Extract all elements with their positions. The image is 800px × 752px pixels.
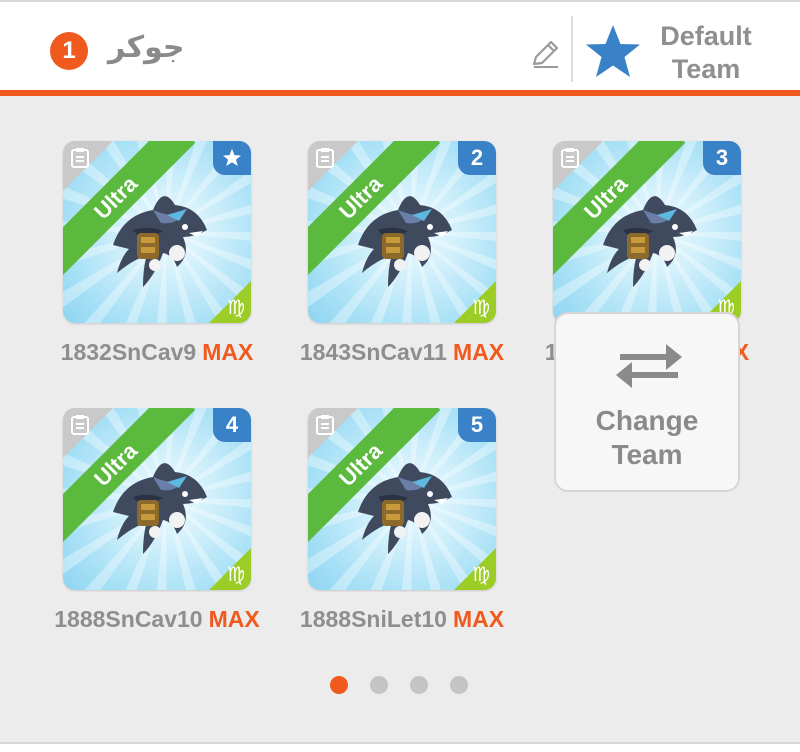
default-team-label[interactable]: Default Team <box>650 20 762 86</box>
monster-card[interactable]: Ultra 2 ♍ 1843SnCav11 MAX <box>300 141 504 365</box>
monster-card[interactable]: Ultra 4 ♍ 1888SnCav10 MAX <box>54 408 260 632</box>
team-slot-badge <box>213 141 251 175</box>
monster-name: 1832SnCav9 <box>60 339 197 365</box>
team-name: جوكر <box>108 30 185 65</box>
star-icon <box>223 149 241 166</box>
default-team-star-icon[interactable] <box>582 22 644 84</box>
change-team-button[interactable]: Change Team <box>554 312 740 492</box>
monster-tile[interactable]: Ultra ♍ <box>63 141 251 323</box>
page-indicator <box>330 676 470 696</box>
monster-level: MAX <box>202 339 254 365</box>
team-slot-badge: 5 <box>458 408 496 442</box>
monster-tile[interactable]: Ultra 4 ♍ <box>63 408 251 590</box>
virgo-icon: ♍ <box>472 295 490 319</box>
slot-number: 2 <box>470 145 484 170</box>
virgo-icon: ♍ <box>227 562 245 586</box>
team-slot-badge: 4 <box>213 408 251 442</box>
team-slot-badge: 2 <box>458 141 496 175</box>
monster-tile[interactable]: Ultra 3 ♍ <box>553 141 741 323</box>
monster-card[interactable]: Ultra ♍ 1832SnCav9 MAX <box>61 141 253 365</box>
swap-arrows-icon <box>616 344 682 388</box>
slot-number: 5 <box>470 412 484 437</box>
document-icon[interactable] <box>560 147 580 169</box>
virgo-icon: ♍ <box>227 295 245 319</box>
monster-name: 1843SnCav11 <box>299 339 447 365</box>
page-dot[interactable] <box>330 676 348 694</box>
monster-tile[interactable]: Ultra 5 ♍ <box>308 408 496 590</box>
team-slot-badge: 3 <box>703 141 741 175</box>
default-team-line2: Team <box>671 54 741 84</box>
monster-label: 1888SnCav10 MAX <box>27 606 287 633</box>
slot-number: 4 <box>225 412 239 437</box>
monster-tile[interactable]: Ultra 2 ♍ <box>308 141 496 323</box>
page-dot[interactable] <box>450 676 468 694</box>
team-header: 1 جوكر Default Team <box>0 2 800 90</box>
monster-label: 1888SniLet10 MAX <box>272 606 532 633</box>
page-dot[interactable] <box>410 676 428 694</box>
monster-name: 1888SniLet10 <box>299 606 447 632</box>
document-icon[interactable] <box>70 147 90 169</box>
team-number-badge: 1 <box>50 32 88 70</box>
monster-level: MAX <box>208 606 260 632</box>
document-icon[interactable] <box>315 414 335 436</box>
change-team-line2: Team <box>611 439 683 470</box>
header-divider <box>571 16 573 82</box>
page-dot[interactable] <box>370 676 388 694</box>
slot-number: 3 <box>715 145 729 170</box>
monster-label: 1832SnCav9 MAX <box>27 339 287 366</box>
bottom-border <box>0 742 800 752</box>
change-team-line1: Change <box>595 405 699 436</box>
monster-label: 1843SnCav11 MAX <box>272 339 532 366</box>
change-team-label: Change Team <box>556 404 738 472</box>
monster-level: MAX <box>452 339 505 365</box>
document-icon[interactable] <box>315 147 335 169</box>
document-icon[interactable] <box>70 414 90 436</box>
virgo-icon: ♍ <box>472 562 490 586</box>
monster-card[interactable]: Ultra 5 ♍ 1888SniLet10 MAX <box>300 408 504 632</box>
monster-name: 1888SnCav10 <box>54 606 203 632</box>
edit-pencil-icon[interactable] <box>528 37 562 71</box>
monster-level: MAX <box>452 606 505 632</box>
monster-card[interactable]: Ultra 3 ♍ 1843Snleth10MAX <box>545 141 749 365</box>
default-team-line1: Default <box>660 21 752 51</box>
